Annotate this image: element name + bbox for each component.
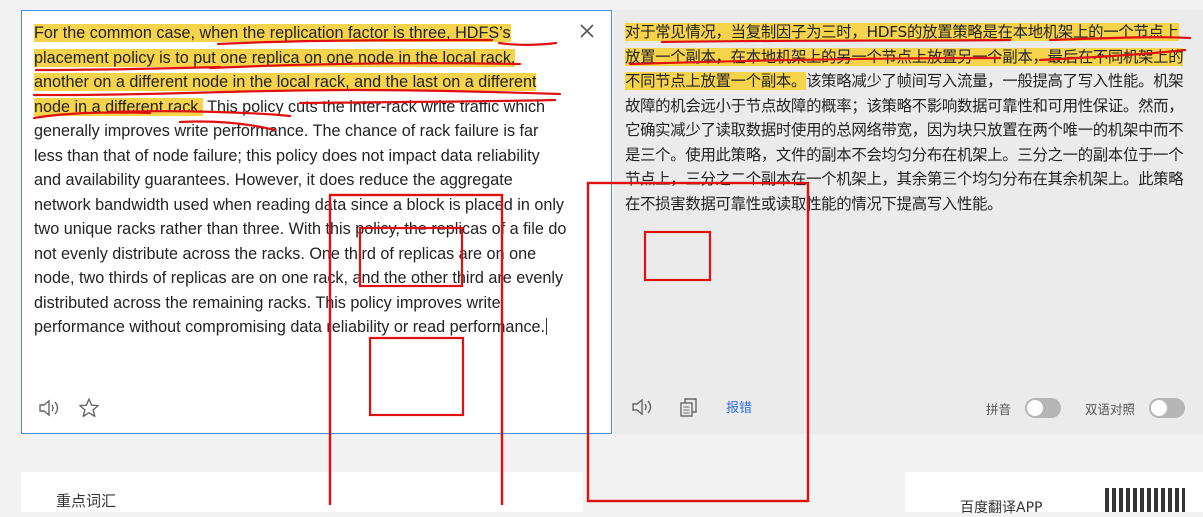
pinyin-label: 拼音 — [986, 402, 1012, 417]
text-caret — [546, 318, 548, 335]
report-error-button[interactable]: 报错 — [726, 397, 752, 416]
toggle-knob — [1027, 400, 1043, 416]
copy-icon[interactable] — [678, 397, 700, 424]
app-download-card[interactable]: 百度翻译APP — [905, 472, 1203, 516]
bilingual-toggle[interactable] — [1149, 398, 1185, 418]
source-pane[interactable]: For the common case, when the replicatio… — [21, 10, 612, 434]
qr-code-icon — [1105, 488, 1185, 512]
source-text[interactable]: For the common case, when the replicatio… — [34, 21, 569, 340]
source-rest-text: This policy cuts the inter-rack write tr… — [34, 97, 567, 337]
toggle-knob — [1151, 400, 1167, 416]
target-rest-text: 该策略减少了帧间写入流量，一般提高了写入性能。机架故障的机会远小于节点故障的概率… — [625, 72, 1184, 213]
bilingual-label: 双语对照 — [1085, 402, 1136, 417]
star-icon[interactable] — [78, 397, 100, 424]
app-title: 百度翻译APP — [960, 500, 1043, 516]
close-icon[interactable] — [577, 23, 597, 43]
vocabulary-title: 重点词汇 — [56, 492, 117, 510]
key-vocabulary-card: 重点词汇 — [21, 472, 583, 512]
speaker-icon[interactable] — [631, 397, 655, 422]
target-text: 对于常见情况，当复制因子为三时，HDFS的放置策略是在本地机架上的一个节点上放置… — [625, 20, 1191, 216]
speaker-icon[interactable] — [38, 398, 62, 423]
target-pane: 对于常见情况，当复制因子为三时，HDFS的放置策略是在本地机架上的一个节点上放置… — [614, 10, 1203, 434]
pinyin-toggle[interactable] — [1025, 398, 1061, 418]
